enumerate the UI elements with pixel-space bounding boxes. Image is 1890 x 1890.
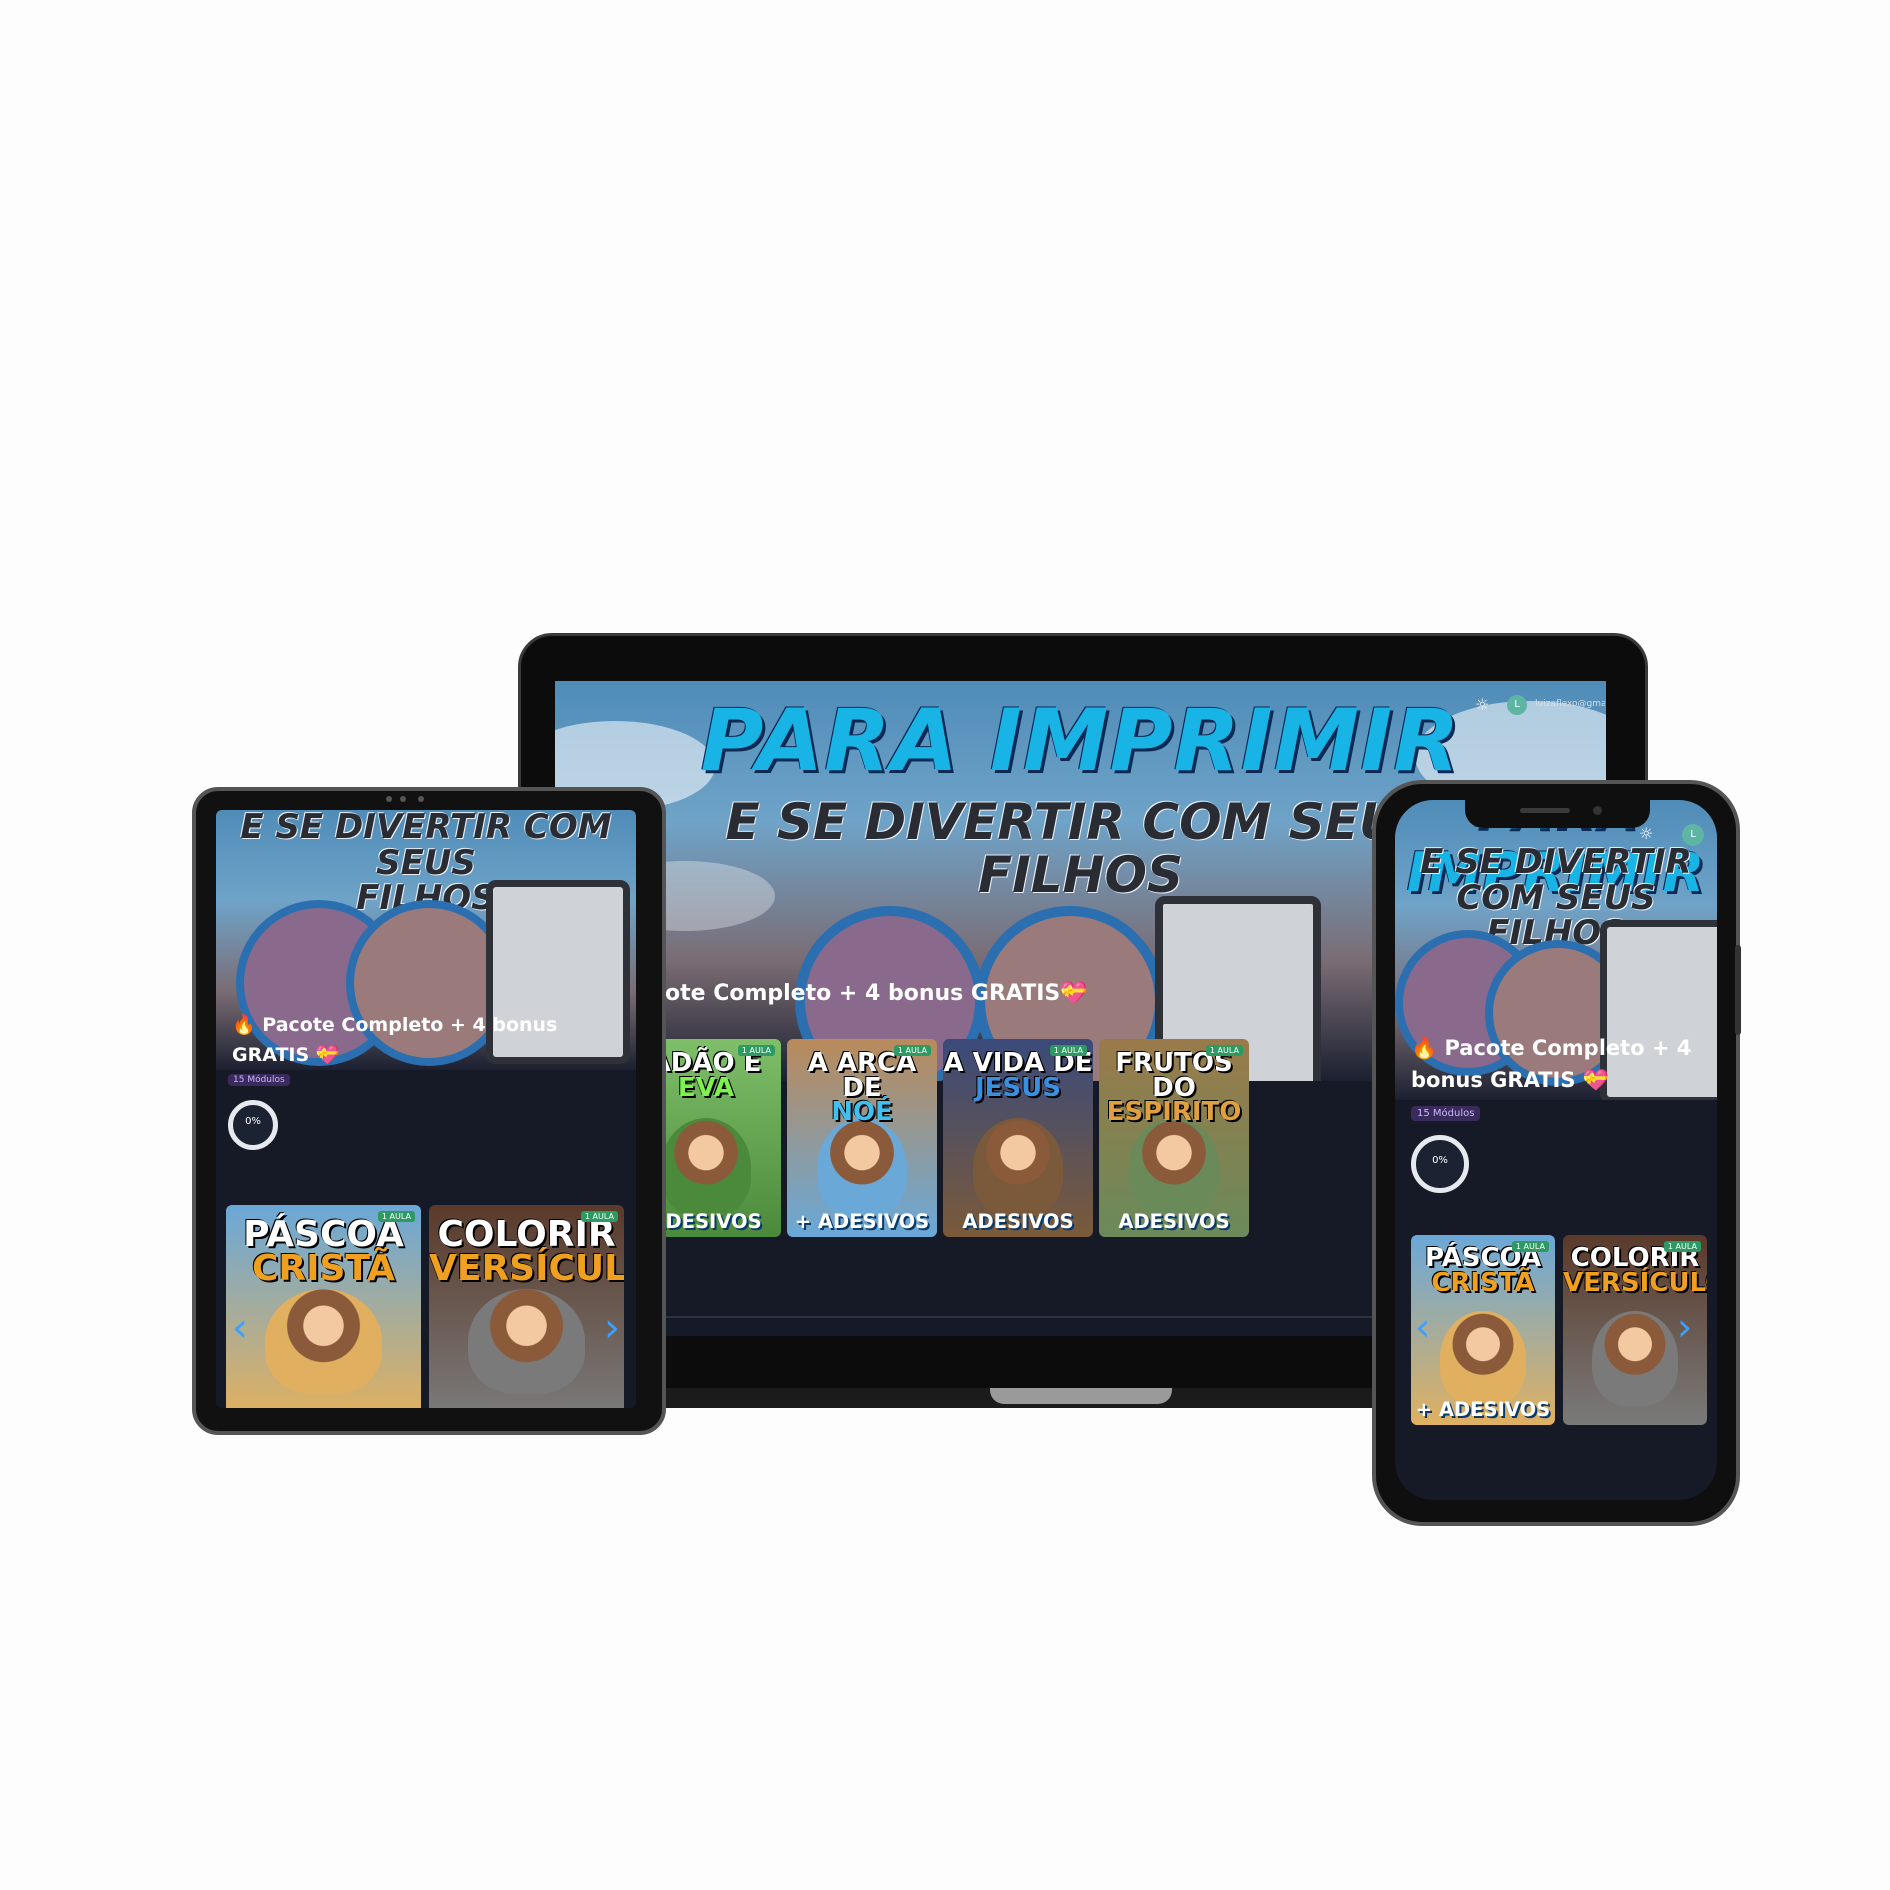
module-card[interactable]: A ARCA DE NOÉ 1 AULA + ADESIVOS xyxy=(787,1039,937,1237)
aula-badge: 1 AULA xyxy=(580,1211,618,1222)
aula-badge: 1 AULA xyxy=(1205,1045,1243,1056)
modules-badge: 15 Módulos xyxy=(1411,1106,1481,1121)
aula-badge: 1 AULA xyxy=(1049,1045,1087,1056)
aula-badge: 1 AULA xyxy=(893,1045,931,1056)
module-card[interactable]: COLORIRVERSÍCULOS1 AULA xyxy=(429,1205,624,1408)
aula-badge: 1 AULA xyxy=(1663,1241,1701,1252)
carousel-prev-icon[interactable]: ‹ xyxy=(232,1305,248,1351)
aula-badge: 1 AULA xyxy=(1511,1241,1549,1252)
user-email: luizaflexo@gmail.com xyxy=(1535,699,1605,709)
module-card[interactable]: FRUTOS DO ESPIRITO 1 AULA ADESIVOS xyxy=(1099,1039,1249,1237)
course-title: 🔥 Pacote Completo + 4 bonus GRATIS 💝 xyxy=(232,1014,558,1066)
carousel-next-icon[interactable]: › xyxy=(604,1305,620,1351)
card-title: COLORIRVERSÍCULOS xyxy=(1563,1243,1707,1299)
card-footer-label: ADESIVOS xyxy=(962,1210,1074,1233)
avatar[interactable]: L xyxy=(1507,695,1527,715)
theme-toggle-icon[interactable]: ☼ xyxy=(1475,695,1489,714)
card-illustration xyxy=(661,1118,751,1218)
card-title: A ARCA DE NOÉ xyxy=(807,1047,917,1128)
card-illustration xyxy=(265,1289,382,1394)
phone-screen: PARA IMPRIMIR E SE DIVERTIR COM SEUS FIL… xyxy=(1395,800,1717,1500)
card-title: PÁSCOA CRISTÃ xyxy=(243,1213,404,1289)
card-footer-label: + ADESIVOS xyxy=(1415,1398,1551,1421)
card-illustration xyxy=(973,1118,1063,1218)
card-illustration xyxy=(468,1289,585,1394)
card-illustration xyxy=(1591,1311,1679,1406)
module-card[interactable]: PÁSCOA CRISTÃ 1 AULA + ADESIVOS xyxy=(1411,1235,1555,1425)
card-footer-label: ADESIVOS xyxy=(1118,1210,1230,1233)
tablet-screen: E SE DIVERTIR COM SEUS FILHOS 🔥 Pacote C… xyxy=(216,810,636,1408)
carousel-next-icon[interactable]: › xyxy=(1677,1305,1692,1349)
card-illustration xyxy=(817,1118,907,1218)
course-title: 🔥 Pacote Completo + 4 bonus GRATIS 💝 xyxy=(1411,1036,1692,1092)
module-card[interactable]: A VIDA DE JESUS 1 AULA ADESIVOS xyxy=(943,1039,1093,1237)
avatar[interactable]: L xyxy=(1682,824,1704,846)
module-card[interactable]: PÁSCOA CRISTÃ 1 AULA xyxy=(226,1205,421,1408)
card-title: A VIDA DE JESUS xyxy=(943,1047,1093,1103)
card-footer-label: + ADESIVOS xyxy=(794,1210,930,1233)
hero-title: PARA IMPRIMIR xyxy=(700,691,1461,791)
theme-toggle-icon[interactable]: ☼ xyxy=(1639,824,1653,843)
aula-badge: 1 AULA xyxy=(737,1045,775,1056)
card-illustration xyxy=(1439,1311,1527,1406)
modules-badge: 15 Módulos xyxy=(228,1074,290,1086)
card-title: FRUTOS DO ESPIRITO xyxy=(1106,1047,1242,1128)
aula-badge: 1 AULA xyxy=(377,1211,415,1222)
carousel-prev-icon[interactable]: ‹ xyxy=(1415,1305,1430,1349)
course-title: ote Completo + 4 bonus GRATIS💝 xyxy=(665,981,1088,1006)
progress-label: 0% xyxy=(245,1116,261,1127)
card-title: PÁSCOA CRISTÃ xyxy=(1424,1243,1542,1299)
progress-label: 0% xyxy=(1432,1155,1448,1166)
card-title: COLORIRVERSÍCULOS xyxy=(429,1213,624,1289)
card-illustration xyxy=(1129,1118,1219,1218)
